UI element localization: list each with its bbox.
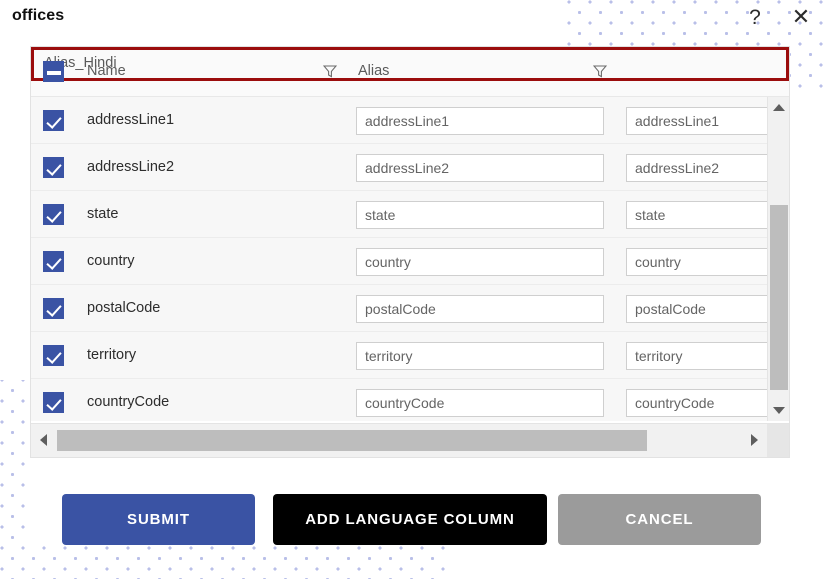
alias-hindi-input[interactable] xyxy=(626,201,767,229)
page-title: offices xyxy=(12,7,65,24)
alias-hindi-input[interactable] xyxy=(626,107,767,135)
dialog-window: offices ? ✕ Name Alias Alias_Hindi addre… xyxy=(0,0,823,579)
row-field-name: state xyxy=(87,206,119,222)
column-header-alias-hindi: Alias_Hindi xyxy=(31,47,789,81)
add-language-column-button[interactable]: ADD LANGUAGE COLUMN xyxy=(273,494,547,545)
alias-input[interactable] xyxy=(356,107,604,135)
alias-input[interactable] xyxy=(356,201,604,229)
row-field-name: territory xyxy=(87,347,137,363)
row-field-name: country xyxy=(87,253,135,269)
column-header-alias: Alias xyxy=(358,63,390,79)
alias-input[interactable] xyxy=(356,295,604,323)
table-body: addressLine1 addressLine2 state xyxy=(31,97,789,421)
triangle-down-icon[interactable] xyxy=(768,400,789,421)
row-field-name: addressLine2 xyxy=(87,159,175,175)
scrollbar-corner xyxy=(767,424,789,457)
row-checkbox[interactable] xyxy=(43,392,64,413)
dialog-footer: SUBMIT ADD LANGUAGE COLUMN CANCEL xyxy=(0,494,823,552)
alias-input[interactable] xyxy=(356,389,604,417)
table-row: state xyxy=(31,191,767,238)
alias-input[interactable] xyxy=(356,248,604,276)
triangle-right-icon[interactable] xyxy=(744,429,765,451)
vertical-scrollbar[interactable] xyxy=(767,97,789,421)
submit-button[interactable]: SUBMIT xyxy=(62,494,255,545)
cancel-button[interactable]: CANCEL xyxy=(558,494,761,545)
table-row: country xyxy=(31,238,767,285)
dialog-titlebar: offices ? ✕ xyxy=(0,0,823,38)
filter-funnel-icon-alias-hindi[interactable] xyxy=(593,64,607,78)
titlebar-actions: ? ✕ xyxy=(743,4,813,30)
table-row: countryCode xyxy=(31,379,767,421)
alias-input[interactable] xyxy=(356,342,604,370)
horizontal-scrollbar-thumb[interactable] xyxy=(57,430,647,451)
column-header-name: Name xyxy=(87,63,126,79)
alias-hindi-input[interactable] xyxy=(626,342,767,370)
help-icon[interactable]: ? xyxy=(743,4,767,30)
table-row: territory xyxy=(31,332,767,379)
row-checkbox[interactable] xyxy=(43,298,64,319)
column-mapping-table: Name Alias Alias_Hindi addressLine1 addr… xyxy=(30,46,790,458)
row-checkbox[interactable] xyxy=(43,345,64,366)
horizontal-scrollbar[interactable] xyxy=(31,423,789,457)
row-field-name: addressLine1 xyxy=(87,112,175,128)
table-row: postalCode xyxy=(31,285,767,332)
vertical-scrollbar-thumb[interactable] xyxy=(770,205,788,390)
close-icon[interactable]: ✕ xyxy=(789,4,813,30)
table-header-row: Name Alias Alias_Hindi xyxy=(31,47,789,97)
row-checkbox[interactable] xyxy=(43,251,64,272)
alias-input[interactable] xyxy=(356,154,604,182)
alias-hindi-input[interactable] xyxy=(626,248,767,276)
row-field-name: postalCode xyxy=(87,300,161,316)
alias-hindi-input[interactable] xyxy=(626,389,767,417)
table-row: addressLine1 xyxy=(31,97,767,144)
table-row: addressLine2 xyxy=(31,144,767,191)
row-field-name: countryCode xyxy=(87,394,170,410)
row-checkbox[interactable] xyxy=(43,204,64,225)
select-all-checkbox-cell xyxy=(43,61,65,83)
alias-hindi-input[interactable] xyxy=(626,295,767,323)
select-all-checkbox[interactable] xyxy=(43,61,64,82)
row-checkbox[interactable] xyxy=(43,157,64,178)
alias-hindi-input[interactable] xyxy=(626,154,767,182)
triangle-left-icon[interactable] xyxy=(33,429,54,451)
filter-funnel-icon-alias[interactable] xyxy=(323,64,337,78)
table-rows-viewport: addressLine1 addressLine2 state xyxy=(31,97,767,421)
triangle-up-icon[interactable] xyxy=(768,97,789,118)
row-checkbox[interactable] xyxy=(43,110,64,131)
